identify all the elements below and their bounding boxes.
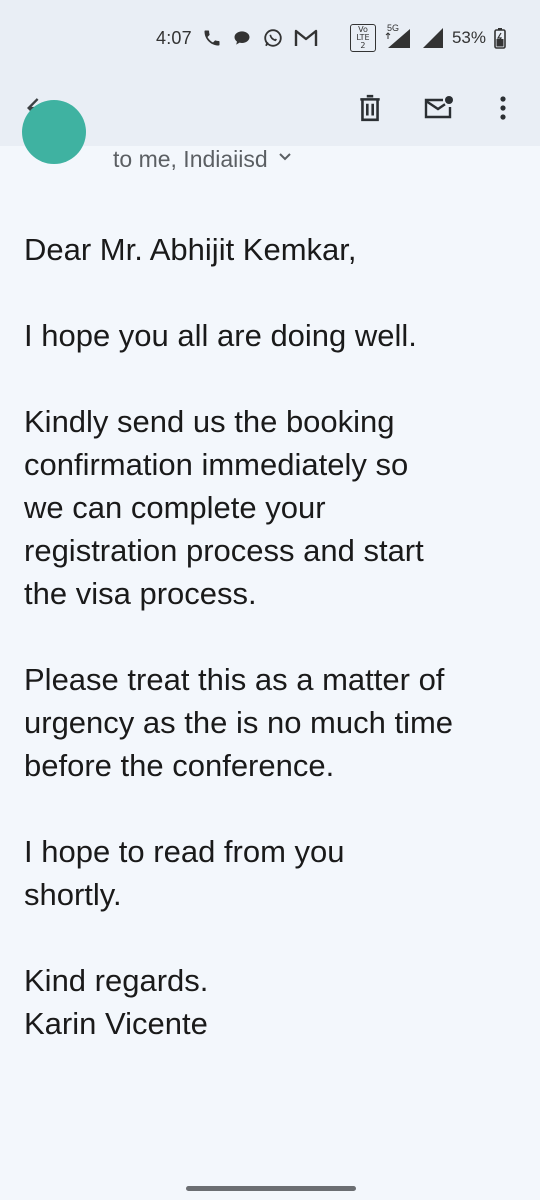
volte-badge-label: LTE 2 — [356, 33, 370, 50]
home-indicator[interactable] — [186, 1186, 356, 1191]
avatar[interactable] — [22, 100, 86, 164]
signoff: Kind regards. Karin Vicente — [24, 959, 524, 1045]
email-body: Dear Mr. Abhijit Kemkar, I hope you all … — [24, 228, 524, 1045]
recipients-text: to me, Indiaiisd — [113, 146, 268, 172]
paragraph-2-line: registration process and start — [24, 533, 424, 568]
status-bar: 4:07 Vo LTE 2 5G 53% — [0, 0, 540, 72]
status-time: 4:07 — [156, 27, 192, 48]
battery-charging-icon — [494, 27, 506, 49]
mail-unread-icon — [424, 96, 453, 119]
paragraph-2: Kindly send us the booking confirmation … — [24, 400, 524, 615]
more-options-button[interactable] — [481, 86, 525, 130]
battery-percent: 53% — [451, 28, 486, 47]
phone-icon — [202, 28, 222, 48]
paragraph-3-line: urgency as the is no much time — [24, 705, 454, 740]
chat-bubble-icon — [232, 28, 252, 48]
volte-badge: Vo LTE 2 — [349, 24, 376, 52]
paragraph-4-line: I hope to read from you — [24, 834, 345, 869]
status-left: 4:07 — [156, 24, 318, 52]
status-right: Vo LTE 2 5G 53% — [349, 23, 506, 52]
paragraph-3-line: Please treat this as a matter of — [24, 662, 445, 697]
whatsapp-icon — [262, 27, 284, 49]
sender-row: to me, Indiaiisd — [0, 100, 540, 188]
paragraph-3: Please treat this as a matter of urgency… — [24, 658, 524, 787]
trash-icon — [360, 94, 380, 122]
signature: Karin Vicente — [24, 1006, 208, 1041]
network-label: 5G — [386, 23, 399, 33]
paragraph-2-line: the visa process. — [24, 576, 257, 611]
greeting: Dear Mr. Abhijit Kemkar, — [24, 232, 357, 267]
gmail-icon — [294, 28, 318, 48]
paragraph-4: I hope to read from you shortly. — [24, 830, 524, 916]
signal-icon — [422, 27, 444, 49]
paragraph-2-line: we can complete your — [24, 490, 326, 525]
paragraph-2-line: confirmation immediately so — [24, 447, 409, 482]
recipient-details-toggle[interactable]: to me, Indiaiisd — [113, 146, 292, 173]
paragraph-4-line: shortly. — [24, 877, 122, 912]
paragraph-1: I hope you all are doing well. — [24, 318, 417, 353]
paragraph-3-line: before the conference. — [24, 748, 335, 783]
signal-5g-icon: 5G — [384, 23, 414, 49]
mark-unread-button[interactable] — [417, 86, 461, 130]
chevron-down-icon — [278, 152, 291, 160]
more-vert-icon — [500, 96, 506, 120]
closing: Kind regards. — [24, 963, 209, 998]
delete-button[interactable] — [348, 86, 392, 130]
paragraph-2-line: Kindly send us the booking — [24, 404, 395, 439]
